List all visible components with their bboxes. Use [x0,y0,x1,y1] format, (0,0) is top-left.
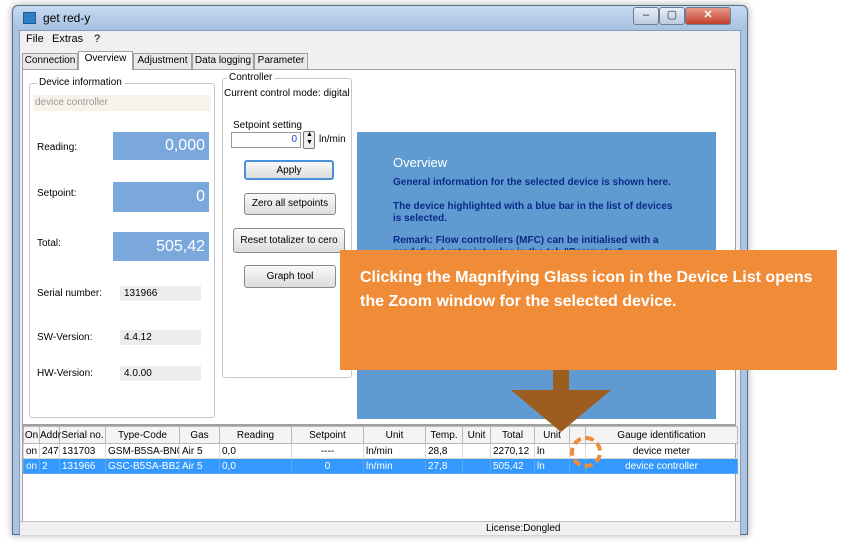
tab-parameter[interactable]: Parameter [254,53,308,69]
cell-setpoint: 0 [291,458,364,474]
close-button[interactable]: ✕ [685,7,731,25]
cell-reading: 0,0 [219,443,292,459]
cell-type-code: GSC-B5SA-BB26 [105,458,180,474]
col-type-code[interactable]: Type-Code [105,426,180,444]
cell-total: 2270,12 [490,443,535,459]
tab-data-logging[interactable]: Data logging [192,53,254,69]
spin-down-icon[interactable]: ▼ [306,139,313,146]
setpoint-input[interactable]: 0 [231,132,301,148]
cell-gas: Air 5 [179,443,220,459]
cell-total-unit: ln [534,443,570,459]
cell-gas: Air 5 [179,458,220,474]
table-header: On Addr Serial no. Type-Code Gas Reading… [23,426,738,444]
cell-addr: 2 [39,458,60,474]
total-value: 505,42 [113,232,209,261]
reset-totalizer-button[interactable]: Reset totalizer to cero [233,228,345,253]
menu-bar: File Extras ? [20,31,740,49]
cell-reading: 0,0 [219,458,292,474]
setpoint-label: Setpoint: [37,188,77,199]
cell-unit: ln/min [363,458,426,474]
col-temp-unit[interactable]: Unit [462,426,491,444]
cell-serial: 131966 [59,458,106,474]
sw-version-value: 4.4.12 [120,330,201,345]
col-unit[interactable]: Unit [363,426,426,444]
cell-addr: 247 [39,443,60,459]
setpoint-unit: ln/min [319,134,346,145]
menu-file[interactable]: File [26,33,44,45]
hw-version-label: HW-Version: [37,368,93,379]
tab-connection[interactable]: Connection [22,53,78,69]
menu-help[interactable]: ? [94,33,100,45]
cell-type-code: GSM-B5SA-BN00 [105,443,180,459]
overview-heading: Overview [393,155,448,170]
cell-temp-unit [462,443,491,459]
tab-overview[interactable]: Overview [78,51,133,70]
col-temp[interactable]: Temp. [425,426,463,444]
col-reading[interactable]: Reading [219,426,292,444]
spin-up-icon[interactable]: ▲ [306,131,313,138]
overview-tab-page: Device information device controller Rea… [22,69,736,425]
cell-setpoint: ---- [291,443,364,459]
menu-extras[interactable]: Extras [52,33,83,45]
tutorial-callout: Clicking the Magnifying Glass icon in th… [340,250,837,370]
reading-value: 0,000 [113,132,209,160]
device-list: On Addr Serial no. Type-Code Gas Reading… [22,425,738,523]
col-addr[interactable]: Addr [39,426,61,444]
window-title: get red-y [43,11,91,25]
col-on[interactable]: On [23,426,40,444]
col-setpoint[interactable]: Setpoint [291,426,364,444]
serial-value: 131966 [120,286,201,301]
setpoint-spinner[interactable]: ▲ ▼ [303,131,315,149]
graph-tool-button[interactable]: Graph tool [244,265,336,288]
table-row[interactable]: on 247 131703 GSM-B5SA-BN00 Air 5 0,0 --… [23,443,738,459]
cell-on: on [23,443,40,459]
control-mode-text: Current control mode: digital [224,88,350,99]
license-status: License:Dongled [486,523,561,534]
callout-arrow-shaft [553,370,569,390]
col-serial[interactable]: Serial no. [59,426,106,444]
hw-version-value: 4.0.00 [120,366,201,381]
status-bar: License:Dongled [20,521,740,535]
callout-text: Clicking the Magnifying Glass icon in th… [360,269,813,310]
cell-total: 505,42 [490,458,535,474]
cell-total-unit: ln [534,458,570,474]
cell-gauge-id: device meter [585,443,738,459]
setpoint-value: 0 [113,182,209,212]
device-info-title: Device information [37,77,124,88]
setpoint-setting-label: Setpoint setting [233,120,302,131]
cell-temp-unit [462,458,491,474]
cell-unit: ln/min [363,443,426,459]
cell-on: on [23,458,40,474]
sw-version-label: SW-Version: [37,332,93,343]
maximize-button[interactable]: ▢ [659,7,685,25]
device-name-display: device controller [33,95,211,111]
app-icon [23,12,36,24]
cell-temp: 28,8 [425,443,463,459]
device-table: On Addr Serial no. Type-Code Gas Reading… [23,426,738,474]
cell-serial: 131703 [59,443,106,459]
total-label: Total: [37,238,61,249]
reading-label: Reading: [37,142,78,153]
controller-title: Controller [227,72,275,83]
cell-gauge-id: device controller [585,458,738,474]
overview-text-2: The device highlighted with a blue bar i… [393,201,673,224]
minimize-button[interactable]: ‒ [633,7,659,25]
zero-all-setpoints-button[interactable]: Zero all setpoints [244,193,336,215]
table-row-selected[interactable]: on 2 131966 GSC-B5SA-BB26 Air 5 0,0 0 ln… [23,458,738,474]
serial-label: Serial number: [37,288,103,299]
apply-button[interactable]: Apply [244,160,334,180]
cell-temp: 27,8 [425,458,463,474]
callout-arrow-icon [511,390,611,432]
magnifying-glass-icon[interactable]: ⚲ [581,448,588,459]
title-bar[interactable]: get red-y ‒ ▢ ✕ [13,6,747,30]
tab-adjustment[interactable]: Adjustment [133,53,192,69]
col-gas[interactable]: Gas [179,426,220,444]
overview-text-1: General information for the selected dev… [393,177,671,188]
